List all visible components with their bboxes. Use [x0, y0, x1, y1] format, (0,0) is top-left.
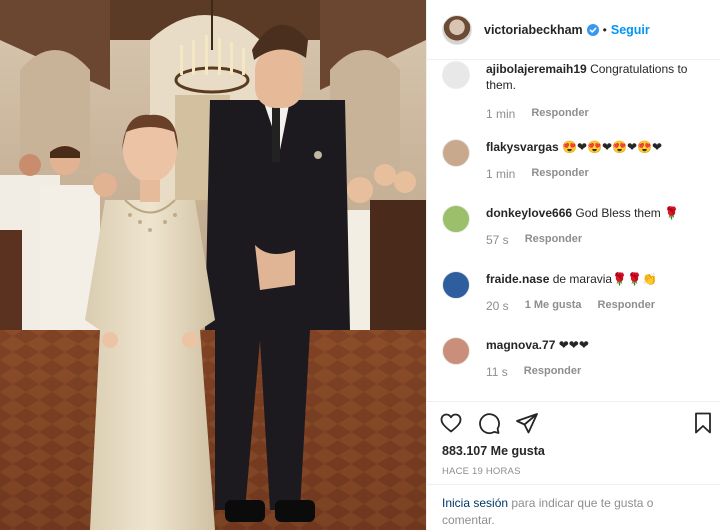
comment-item: fraide.nase de maravia🌹🌹👏 20 s 1 Me gusta R… — [442, 271, 712, 313]
reply-button[interactable]: Responder — [598, 299, 655, 313]
commenter-avatar[interactable] — [442, 139, 470, 167]
author-username[interactable]: victoriabeckham — [484, 23, 583, 37]
author-avatar[interactable] — [442, 14, 472, 45]
comment-body: God Bless them 🌹 — [575, 206, 680, 220]
commenter-username[interactable]: fraide.nase — [486, 272, 549, 286]
likes-count[interactable]: 883.107 Me gusta — [442, 444, 545, 458]
header-separator: • — [602, 22, 607, 37]
comment-time: 20 s — [486, 299, 509, 313]
comment-body: 😍❤😍❤😍❤😍❤ — [562, 140, 663, 154]
instagram-post: victoriabeckham • Seguir ajibolajeremaih… — [0, 0, 720, 530]
reply-button[interactable]: Responder — [531, 107, 588, 121]
login-link[interactable]: Inicia sesión — [442, 496, 508, 510]
comment-likes[interactable]: 1 Me gusta — [525, 299, 582, 313]
commenter-avatar[interactable] — [442, 337, 470, 365]
follow-button[interactable]: Seguir — [611, 23, 650, 37]
commenter-username[interactable]: donkeylove666 — [486, 206, 572, 220]
bookmark-icon[interactable] — [691, 411, 715, 435]
commenter-username[interactable]: flakysvargas — [486, 140, 559, 154]
comment-body: ❤❤❤ — [558, 338, 589, 352]
commenter-avatar[interactable] — [442, 271, 470, 299]
comment-body: de maravia🌹🌹👏 — [552, 272, 657, 286]
comment-text: magnova.77 ❤❤❤ — [486, 337, 706, 353]
post-actions: 883.107 Me gusta HACE 19 HORAS — [427, 401, 720, 493]
verified-badge-icon — [586, 23, 599, 36]
comment-time: 1 min — [486, 107, 516, 121]
login-prompt: Inicia sesión para indicar que te gusta … — [427, 484, 720, 530]
comment-item: flakysvargas 😍❤😍❤😍❤😍❤ 1 min Responder — [442, 139, 712, 181]
reply-button[interactable]: Responder — [531, 167, 588, 181]
reply-button[interactable]: Responder — [525, 233, 582, 247]
post-photo[interactable] — [0, 0, 426, 530]
comment-text: ajibolajeremaih19 Congratulations to the… — [486, 61, 706, 93]
commenter-avatar[interactable] — [442, 205, 470, 233]
comment-text: fraide.nase de maravia🌹🌹👏 — [486, 271, 706, 287]
post-side-panel: victoriabeckham • Seguir ajibolajeremaih… — [426, 0, 720, 530]
comments-list[interactable]: ajibolajeremaih19 Congratulations to the… — [427, 61, 720, 401]
reply-button[interactable]: Responder — [524, 365, 581, 379]
comment-item: donkeylove666 God Bless them 🌹 57 s Respon… — [442, 205, 712, 247]
comment-time: 11 s — [486, 365, 508, 379]
share-icon[interactable] — [515, 411, 539, 435]
comment-item: ajibolajeremaih19 Congratulations to the… — [442, 61, 712, 121]
post-timestamp: HACE 19 HORAS — [442, 466, 521, 477]
commenter-username[interactable]: ajibolajeremaih19 — [486, 62, 587, 76]
comment-icon[interactable] — [477, 411, 501, 435]
photo-illustration — [0, 0, 426, 530]
comment-time: 57 s — [486, 233, 509, 247]
commenter-username[interactable]: magnova.77 — [486, 338, 555, 352]
commenter-avatar[interactable] — [442, 61, 470, 89]
post-header: victoriabeckham • Seguir — [427, 0, 720, 60]
comment-time: 1 min — [486, 167, 516, 181]
comment-item: magnova.77 ❤❤❤ 11 s Responder — [442, 337, 712, 379]
comment-text: donkeylove666 God Bless them 🌹 — [486, 205, 706, 221]
comment-text: flakysvargas 😍❤😍❤😍❤😍❤ — [486, 139, 706, 155]
heart-icon[interactable] — [439, 411, 463, 435]
